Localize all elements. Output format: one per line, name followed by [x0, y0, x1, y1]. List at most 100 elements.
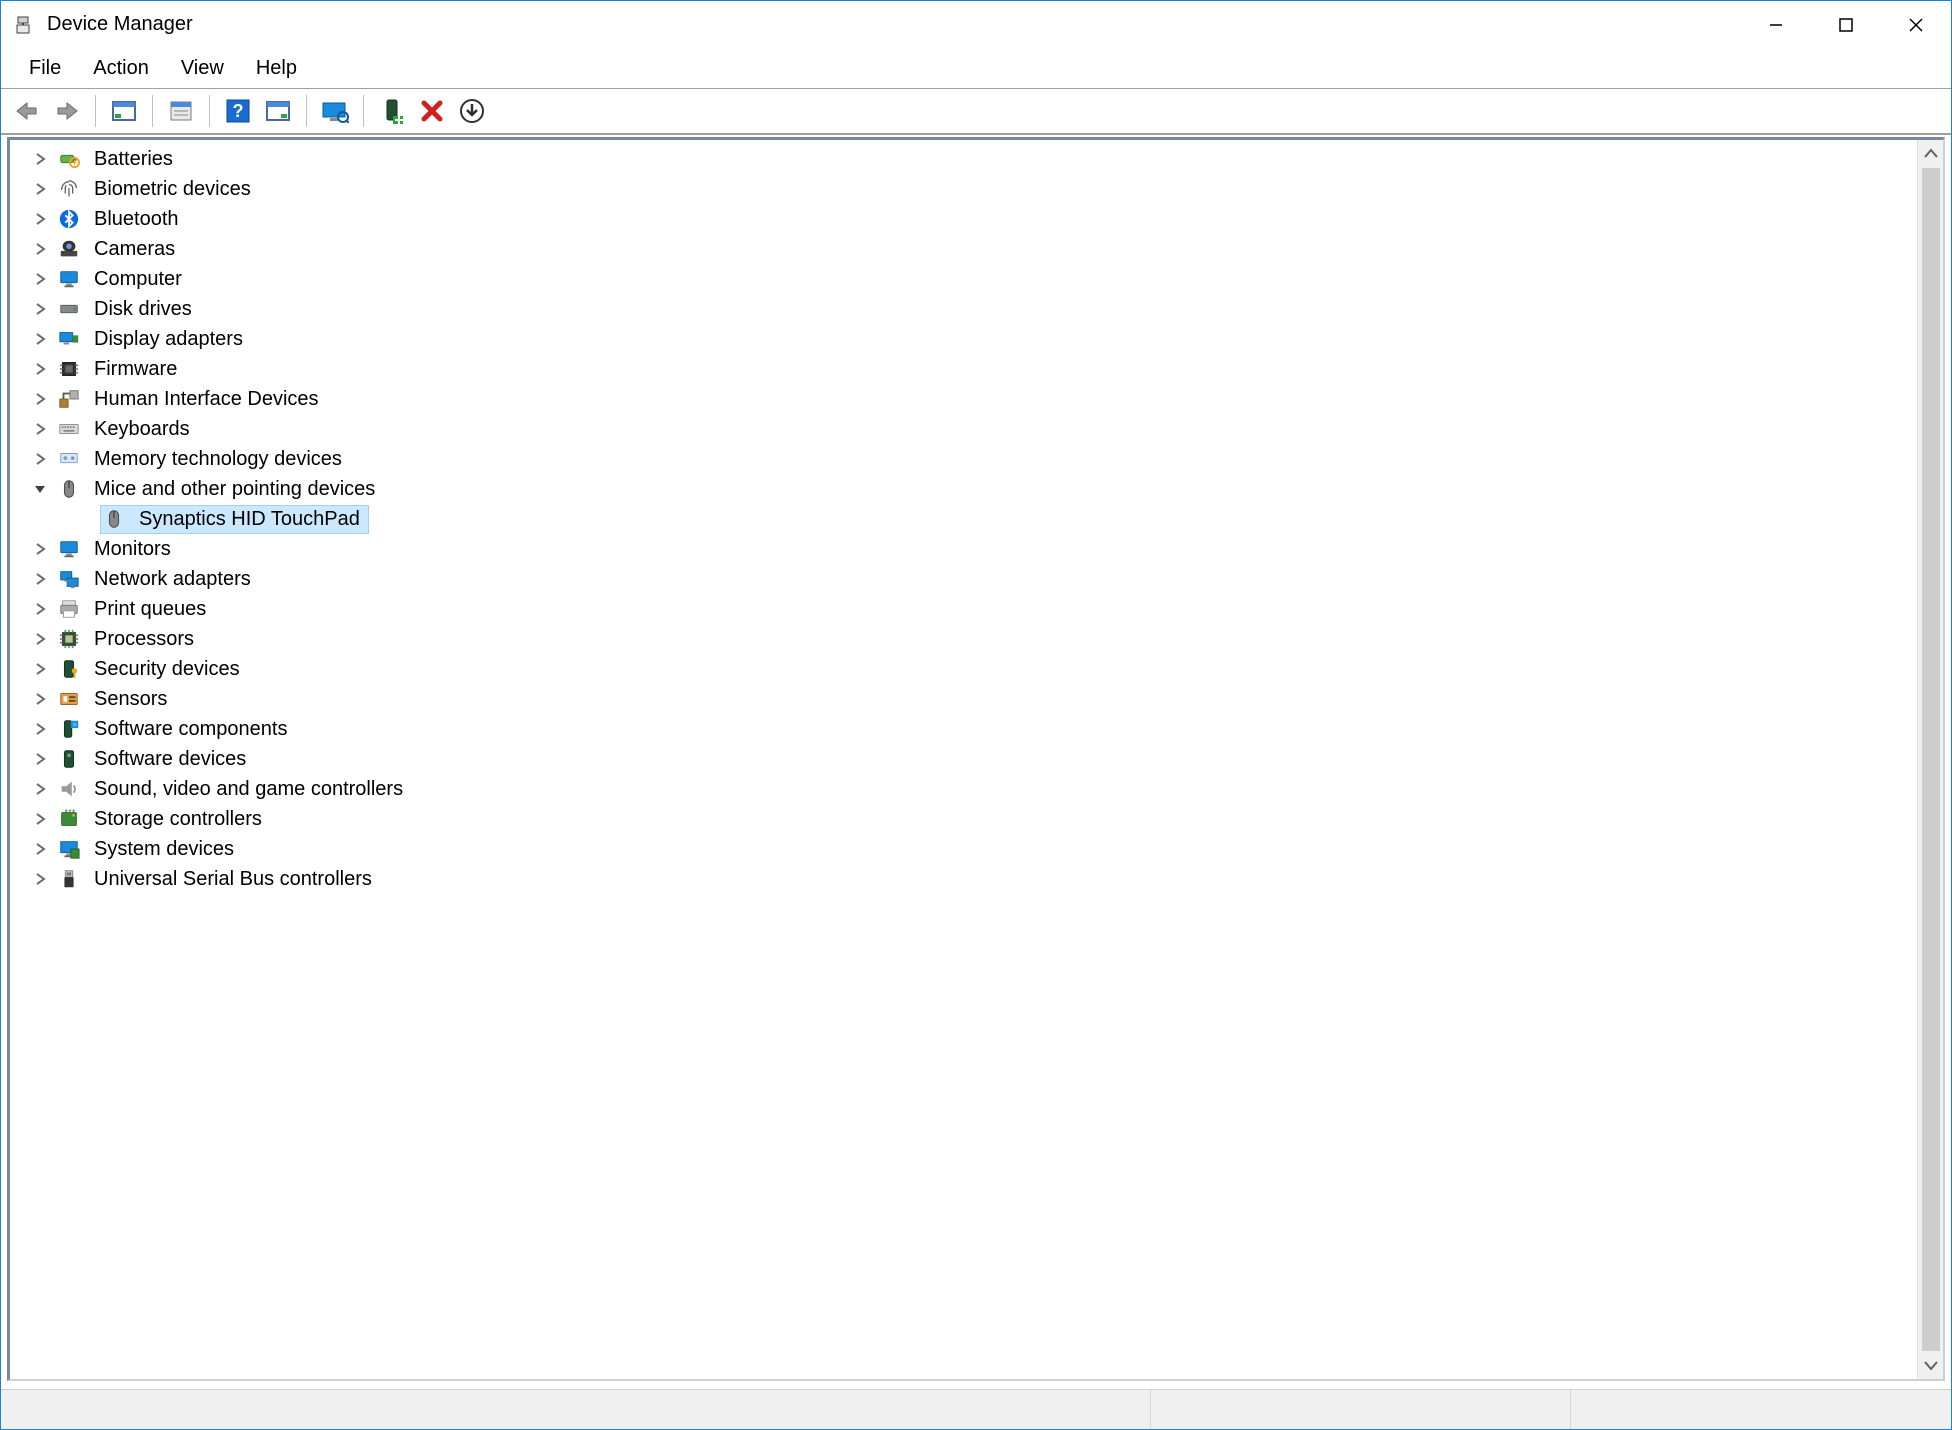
uninstall-device-button[interactable]	[414, 93, 450, 129]
chevron-right-icon[interactable]	[30, 689, 50, 709]
tree-node[interactable]: Software devices	[30, 744, 1917, 774]
chevron-right-icon[interactable]	[30, 599, 50, 619]
menubar: File Action View Help	[1, 49, 1951, 89]
tree-node[interactable]: Security devices	[30, 654, 1917, 684]
cpu-icon	[56, 626, 82, 652]
back-button[interactable]	[9, 93, 45, 129]
action-pane-button[interactable]	[260, 93, 296, 129]
tree-node[interactable]: Processors	[30, 624, 1917, 654]
camera-icon	[56, 236, 82, 262]
tree-node-label: Software devices	[90, 746, 250, 773]
display-adapter-icon	[56, 326, 82, 352]
tree-node[interactable]: Human Interface Devices	[30, 384, 1917, 414]
security-icon	[56, 656, 82, 682]
tree-node[interactable]: Biometric devices	[30, 174, 1917, 204]
scroll-up-button[interactable]	[1918, 140, 1944, 166]
scan-hardware-button[interactable]	[317, 93, 353, 129]
app-icon	[11, 13, 35, 37]
system-icon	[56, 836, 82, 862]
chevron-right-icon[interactable]	[30, 839, 50, 859]
toolbar: ?	[1, 89, 1951, 135]
mouse-icon	[101, 506, 127, 532]
chevron-right-icon[interactable]	[74, 509, 94, 529]
tree-node-label: Print queues	[90, 596, 210, 623]
properties-button[interactable]	[163, 93, 199, 129]
tree-node[interactable]: Universal Serial Bus controllers	[30, 864, 1917, 894]
chevron-right-icon[interactable]	[30, 809, 50, 829]
vertical-scrollbar[interactable]	[1917, 140, 1943, 1379]
chevron-right-icon[interactable]	[30, 629, 50, 649]
tree-node[interactable]: Print queues	[30, 594, 1917, 624]
chevron-right-icon[interactable]	[30, 359, 50, 379]
chip-icon	[56, 356, 82, 382]
tree-node-label: Disk drives	[90, 296, 196, 323]
hid-icon	[56, 386, 82, 412]
tree-node[interactable]: Batteries	[30, 144, 1917, 174]
tree-node[interactable]: Network adapters	[30, 564, 1917, 594]
tree-node[interactable]: Display adapters	[30, 324, 1917, 354]
enable-device-button[interactable]	[374, 93, 410, 129]
scroll-down-button[interactable]	[1918, 1353, 1944, 1379]
chevron-down-icon[interactable]	[30, 479, 50, 499]
tree-node-label: Storage controllers	[90, 806, 266, 833]
statusbar	[1, 1389, 1951, 1429]
tree-node[interactable]: Synaptics HID TouchPad	[74, 504, 1917, 534]
tree-node[interactable]: Storage controllers	[30, 804, 1917, 834]
menu-help[interactable]: Help	[240, 51, 313, 86]
menu-action[interactable]: Action	[77, 51, 165, 86]
chevron-right-icon[interactable]	[30, 449, 50, 469]
tree-node-label: Monitors	[90, 536, 175, 563]
help-button[interactable]: ?	[220, 93, 256, 129]
tree-node[interactable]: Sensors	[30, 684, 1917, 714]
tree-node-label: System devices	[90, 836, 238, 863]
maximize-button[interactable]	[1811, 1, 1881, 49]
forward-button[interactable]	[49, 93, 85, 129]
tree-node[interactable]: Software components	[30, 714, 1917, 744]
chevron-right-icon[interactable]	[30, 329, 50, 349]
chevron-right-icon[interactable]	[30, 539, 50, 559]
tree-node-label: Processors	[90, 626, 198, 653]
close-button[interactable]	[1881, 1, 1951, 49]
tree-node[interactable]: Bluetooth	[30, 204, 1917, 234]
chevron-right-icon[interactable]	[30, 209, 50, 229]
tree-node[interactable]: Memory technology devices	[30, 444, 1917, 474]
menu-file[interactable]: File	[13, 51, 77, 86]
tree-node[interactable]: Monitors	[30, 534, 1917, 564]
chevron-right-icon[interactable]	[30, 659, 50, 679]
tree-node[interactable]: Cameras	[30, 234, 1917, 264]
chevron-right-icon[interactable]	[30, 179, 50, 199]
chevron-right-icon[interactable]	[30, 779, 50, 799]
tree-node[interactable]: Computer	[30, 264, 1917, 294]
chevron-right-icon[interactable]	[30, 419, 50, 439]
tree-node-label: Mice and other pointing devices	[90, 476, 379, 503]
show-hide-tree-button[interactable]	[106, 93, 142, 129]
tree-node-label: Universal Serial Bus controllers	[90, 866, 376, 893]
chevron-right-icon[interactable]	[30, 749, 50, 769]
storage-icon	[56, 806, 82, 832]
chevron-right-icon[interactable]	[30, 299, 50, 319]
usb-icon	[56, 866, 82, 892]
tree-node[interactable]: Firmware	[30, 354, 1917, 384]
chevron-right-icon[interactable]	[30, 269, 50, 289]
mouse-icon	[56, 476, 82, 502]
tree-node[interactable]: Keyboards	[30, 414, 1917, 444]
svg-text:?: ?	[233, 101, 244, 121]
menu-view[interactable]: View	[165, 51, 240, 86]
chevron-right-icon[interactable]	[30, 569, 50, 589]
chevron-right-icon[interactable]	[30, 239, 50, 259]
tree-node[interactable]: Disk drives	[30, 294, 1917, 324]
chevron-right-icon[interactable]	[30, 149, 50, 169]
scroll-thumb[interactable]	[1922, 168, 1940, 1351]
tree-node[interactable]: Mice and other pointing devices	[30, 474, 1917, 504]
device-tree[interactable]: BatteriesBiometric devicesBluetoothCamer…	[10, 140, 1917, 1379]
minimize-button[interactable]	[1741, 1, 1811, 49]
chevron-right-icon[interactable]	[30, 719, 50, 739]
fingerprint-icon	[56, 176, 82, 202]
tree-node[interactable]: Sound, video and game controllers	[30, 774, 1917, 804]
tree-node[interactable]: System devices	[30, 834, 1917, 864]
network-icon	[56, 566, 82, 592]
tree-node-label: Network adapters	[90, 566, 255, 593]
chevron-right-icon[interactable]	[30, 389, 50, 409]
update-driver-button[interactable]	[454, 93, 490, 129]
chevron-right-icon[interactable]	[30, 869, 50, 889]
